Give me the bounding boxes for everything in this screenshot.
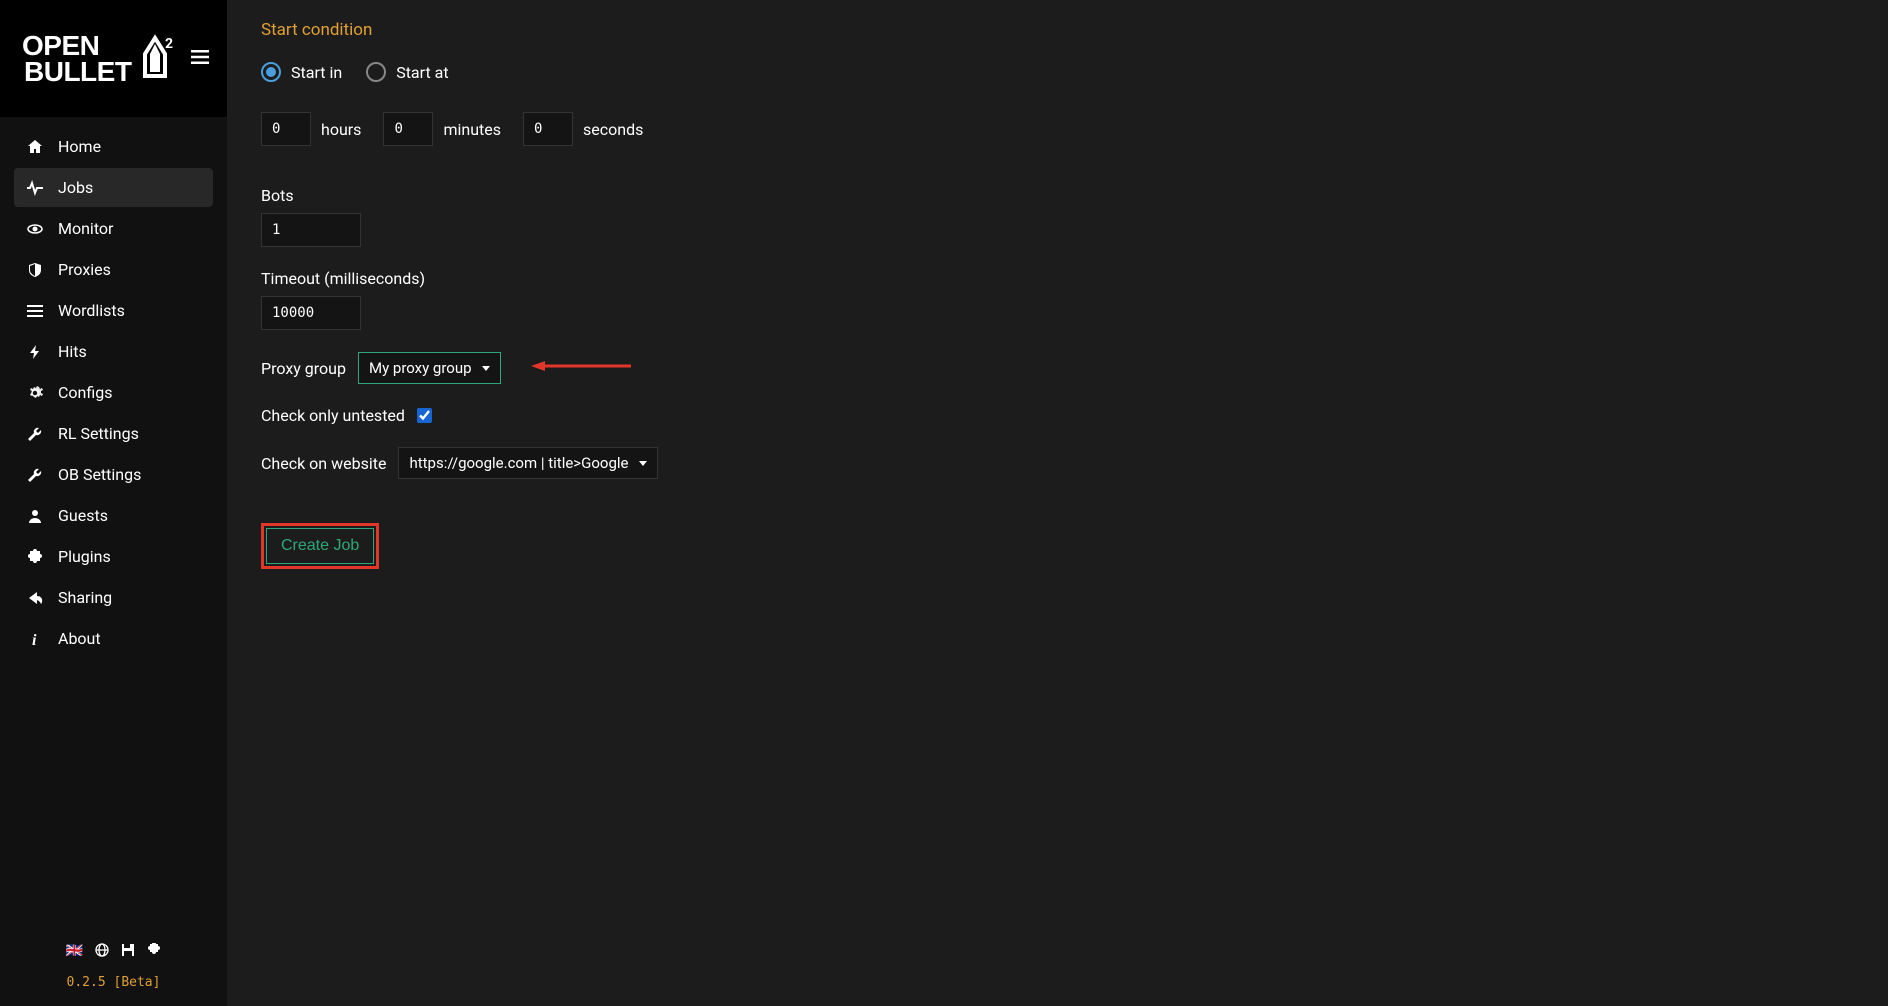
nav-label: RL Settings (58, 424, 139, 443)
time-inputs: hours minutes seconds (261, 112, 1854, 146)
footer-icons: 🇬🇧 (24, 943, 203, 961)
proxy-group-select[interactable]: My proxy group (358, 352, 501, 384)
sidebar: OPEN BULLET 2 Home Jobs Moni (0, 0, 227, 1006)
nav-label: Monitor (58, 219, 113, 238)
bug-icon[interactable] (147, 943, 161, 961)
nav-label: OB Settings (58, 465, 141, 484)
bots-input[interactable] (261, 213, 361, 247)
check-untested-label: Check only untested (261, 406, 405, 425)
info-icon: i (26, 631, 44, 647)
user-icon (26, 508, 44, 524)
app-logo: OPEN BULLET 2 (22, 33, 173, 83)
start-mode-radio-group: Start in Start at (261, 62, 1854, 82)
nav-label: Home (58, 137, 101, 156)
radio-label: Start at (396, 63, 448, 82)
hamburger-icon[interactable] (187, 44, 213, 74)
sidebar-item-monitor[interactable]: Monitor (14, 209, 213, 248)
nav-label: Jobs (58, 178, 93, 197)
seconds-input[interactable] (523, 112, 573, 146)
sidebar-item-configs[interactable]: Configs (14, 373, 213, 412)
check-website-label: Check on website (261, 454, 386, 473)
timeout-label: Timeout (milliseconds) (261, 269, 1854, 288)
nav-label: Wordlists (58, 301, 125, 320)
bolt-icon (26, 344, 44, 360)
bots-label: Bots (261, 186, 1854, 205)
create-job-button[interactable]: Create Job (266, 528, 374, 564)
start-at-option[interactable]: Start at (366, 62, 448, 82)
annotation-arrow (531, 358, 631, 378)
home-icon (26, 139, 44, 155)
sidebar-item-home[interactable]: Home (14, 127, 213, 166)
check-untested-checkbox[interactable] (417, 408, 432, 423)
check-website-select[interactable]: https://google.com | title>Google (398, 447, 657, 479)
sidebar-item-sharing[interactable]: Sharing (14, 578, 213, 617)
share-icon (26, 590, 44, 606)
sidebar-item-guests[interactable]: Guests (14, 496, 213, 535)
eye-icon (26, 221, 44, 237)
minutes-input[interactable] (383, 112, 433, 146)
svg-text:2: 2 (165, 36, 173, 52)
flag-icon[interactable]: 🇬🇧 (66, 943, 83, 961)
wrench-icon (26, 467, 44, 483)
gear-icon (26, 385, 44, 401)
nav: Home Jobs Monitor Proxies Wordlists Hits… (0, 117, 227, 670)
shield-icon (26, 262, 44, 278)
nav-label: Sharing (58, 588, 112, 607)
sidebar-item-proxies[interactable]: Proxies (14, 250, 213, 289)
globe-icon[interactable] (95, 943, 109, 961)
sidebar-item-wordlists[interactable]: Wordlists (14, 291, 213, 330)
section-title: Start condition (261, 20, 1854, 40)
radio-label: Start in (291, 63, 342, 82)
sidebar-header: OPEN BULLET 2 (0, 0, 227, 117)
sidebar-item-hits[interactable]: Hits (14, 332, 213, 371)
nav-label: Proxies (58, 260, 111, 279)
radio-icon (366, 62, 386, 82)
nav-label: About (58, 629, 101, 648)
timeout-input[interactable] (261, 296, 361, 330)
bullet-icon: 2 (137, 34, 173, 83)
sidebar-item-rl-settings[interactable]: RL Settings (14, 414, 213, 453)
wrench-icon (26, 426, 44, 442)
list-icon (26, 303, 44, 319)
sidebar-item-plugins[interactable]: Plugins (14, 537, 213, 576)
bots-field: Bots (261, 186, 1854, 247)
puzzle-icon (26, 549, 44, 565)
radio-icon (261, 62, 281, 82)
nav-label: Guests (58, 506, 108, 525)
check-untested-row: Check only untested (261, 406, 1854, 425)
proxy-group-label: Proxy group (261, 359, 346, 378)
hours-input[interactable] (261, 112, 311, 146)
nav-label: Plugins (58, 547, 111, 566)
check-website-row: Check on website https://google.com | ti… (261, 447, 1854, 479)
proxy-group-row: Proxy group My proxy group (261, 352, 1854, 384)
sidebar-item-ob-settings[interactable]: OB Settings (14, 455, 213, 494)
svg-text:i: i (32, 632, 37, 647)
start-in-option[interactable]: Start in (261, 62, 342, 82)
nav-label: Configs (58, 383, 112, 402)
sidebar-item-about[interactable]: i About (14, 619, 213, 658)
minutes-label: minutes (443, 120, 501, 139)
pulse-icon (26, 180, 44, 196)
seconds-label: seconds (583, 120, 643, 139)
hours-label: hours (321, 120, 361, 139)
save-icon[interactable] (121, 943, 135, 961)
version-text: 0.2.5 [Beta] (24, 975, 203, 990)
timeout-field: Timeout (milliseconds) (261, 269, 1854, 330)
sidebar-item-jobs[interactable]: Jobs (14, 168, 213, 207)
sidebar-footer: 🇬🇧 0.2.5 [Beta] (0, 927, 227, 1006)
annotation-highlight-box: Create Job (261, 523, 379, 569)
nav-label: Hits (58, 342, 87, 361)
main-content: Start condition Start in Start at hours … (227, 0, 1888, 589)
